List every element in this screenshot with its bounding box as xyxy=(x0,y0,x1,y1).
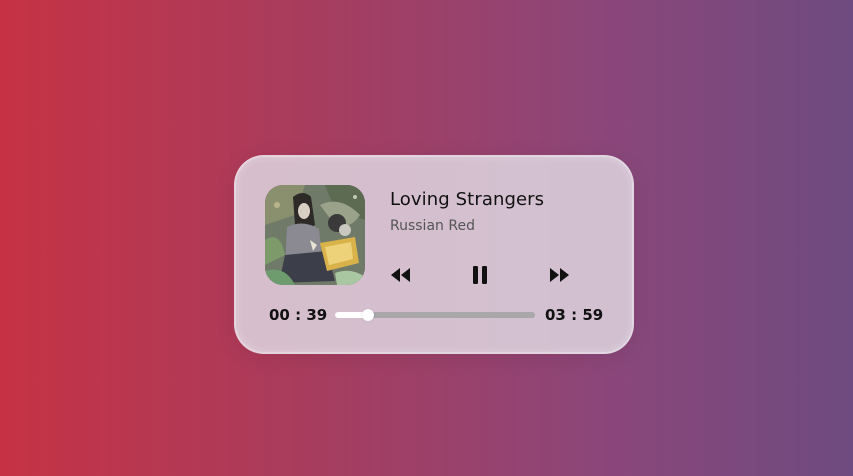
album-art-illustration xyxy=(265,185,365,285)
pause-icon xyxy=(473,266,487,284)
music-player-card: Loving Strangers Russian Red 00 : 39 03 … xyxy=(234,155,634,354)
rewind-icon xyxy=(391,268,410,282)
fast-forward-icon xyxy=(550,268,569,282)
total-time: 03 : 59 xyxy=(545,306,604,324)
next-button[interactable] xyxy=(545,261,573,289)
album-art xyxy=(265,185,365,285)
track-artist: Russian Red xyxy=(390,218,475,234)
previous-button[interactable] xyxy=(387,261,415,289)
progress-bar[interactable] xyxy=(335,309,535,321)
progress-thumb[interactable] xyxy=(361,309,374,321)
current-time: 00 : 39 xyxy=(269,306,328,324)
track-title: Loving Strangers xyxy=(390,189,545,210)
pause-button[interactable] xyxy=(466,261,494,289)
